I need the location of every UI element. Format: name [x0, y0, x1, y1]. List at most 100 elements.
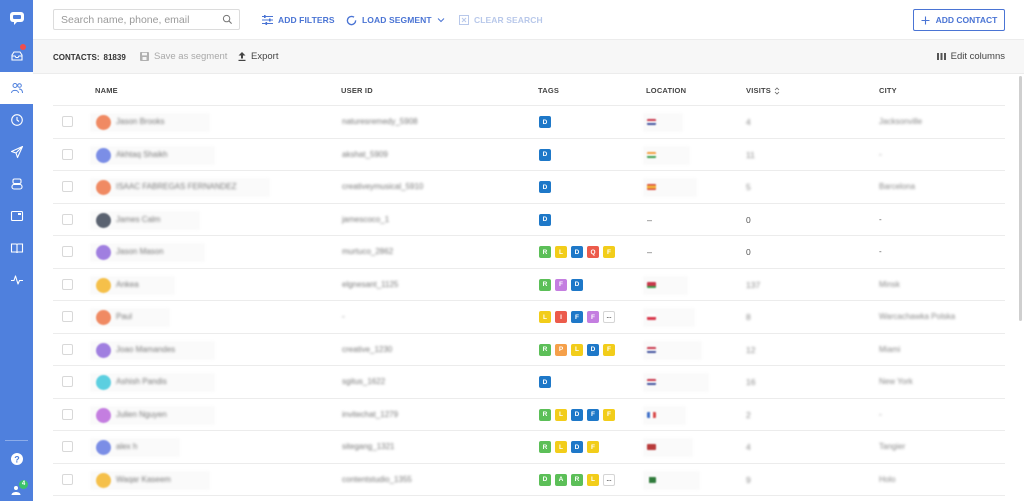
- row-checkbox[interactable]: [62, 441, 73, 452]
- search-box[interactable]: [53, 9, 240, 30]
- column-header-location[interactable]: LOCATION: [646, 86, 686, 95]
- contact-name[interactable]: Akhtaq Shaikh: [116, 150, 168, 159]
- table-row[interactable]: alex h sitegang_1321 R L D F 4 Tangier: [53, 431, 1005, 464]
- edit-columns-button[interactable]: Edit columns: [936, 51, 1005, 62]
- table-row[interactable]: Ashish Pandis sgitus_1622 D 16 New York: [53, 366, 1005, 399]
- table-row[interactable]: ISAAC FABREGAS FERNANDEZ creativeymusical…: [53, 171, 1005, 204]
- tag-badge[interactable]: F: [555, 278, 567, 291]
- table-row[interactable]: Paul - L I F F... 8 Warcachawka Polska: [53, 301, 1005, 334]
- table-row[interactable]: Jason Mason murtuco_2862 R L D Q F – 0 -: [53, 236, 1005, 269]
- sidebar-item-widget[interactable]: [0, 200, 33, 232]
- row-checkbox[interactable]: [62, 473, 73, 485]
- row-checkbox[interactable]: [62, 343, 73, 355]
- tag-badge[interactable]: F: [603, 343, 615, 356]
- clear-search-button[interactable]: CLEAR SEARCH: [459, 12, 543, 28]
- tag-badge[interactable]: L: [555, 246, 567, 258]
- contact-name[interactable]: James Calm: [116, 215, 160, 224]
- tag-badge[interactable]: F: [587, 311, 599, 323]
- contact-name[interactable]: Ankea: [116, 280, 139, 289]
- tag-badge[interactable]: D: [571, 441, 583, 453]
- save-segment-button[interactable]: Save as segment: [140, 51, 227, 62]
- row-checkbox[interactable]: [62, 148, 73, 160]
- tag-badge[interactable]: Q: [587, 246, 599, 258]
- tag-badge[interactable]: R: [539, 246, 551, 258]
- search-input[interactable]: [54, 10, 214, 30]
- tag-badge[interactable]: F: [587, 408, 599, 421]
- tag-badge[interactable]: D: [539, 473, 551, 486]
- contact-name[interactable]: Waqar Kaseem: [116, 475, 171, 484]
- table-row[interactable]: Waqar Kaseem contentstudio_1355 D A R L... 9 Ho…: [53, 464, 1005, 496]
- tag-badge[interactable]: F: [603, 408, 615, 421]
- scrollbar[interactable]: [1019, 76, 1022, 321]
- column-header-visits[interactable]: VISITS: [746, 86, 780, 95]
- tag-badge[interactable]: F: [571, 311, 583, 323]
- sidebar-item-campaigns[interactable]: [0, 136, 33, 168]
- row-checkbox[interactable]: [62, 376, 73, 387]
- tag-badge[interactable]: R: [539, 278, 551, 291]
- tag-badge[interactable]: D: [571, 246, 583, 258]
- sidebar-item-inbox[interactable]: [0, 40, 33, 72]
- tag-badge[interactable]: L: [555, 408, 567, 421]
- contact-name[interactable]: Joao Mamandes: [116, 345, 175, 354]
- table-row[interactable]: Jason Brooks naturesremedy_5908 D 4 Jacksonv…: [53, 106, 1005, 139]
- row-checkbox[interactable]: [62, 213, 73, 225]
- contact-name[interactable]: Jason Brooks: [116, 117, 164, 126]
- table-row[interactable]: Joao Mamandes creative_1230 R P L D F 12 Miami: [53, 334, 1005, 366]
- row-checkbox[interactable]: [62, 246, 73, 257]
- table-row[interactable]: Ankea elgnesant_1125 R F D 137 Minsk: [53, 269, 1005, 301]
- search-icon[interactable]: [222, 14, 233, 25]
- tag-badge[interactable]: P: [555, 343, 567, 356]
- column-header-user-id[interactable]: USER ID: [341, 86, 373, 95]
- add-contact-button[interactable]: ADD CONTACT: [913, 9, 1005, 31]
- more-tags-button[interactable]: ...: [603, 311, 615, 323]
- add-filters-button[interactable]: ADD FILTERS: [262, 12, 335, 28]
- sidebar-item-analytics[interactable]: [0, 264, 33, 296]
- table-row[interactable]: Akhtaq Shaikh akshat_5909 D 11 -: [53, 139, 1005, 171]
- contact-name[interactable]: Ashish Pandis: [116, 377, 167, 386]
- tag-badge[interactable]: D: [539, 376, 551, 388]
- tag-badge[interactable]: R: [539, 441, 551, 453]
- column-header-tags[interactable]: TAGS: [538, 86, 559, 95]
- tag-badge[interactable]: A: [555, 473, 567, 486]
- tag-badge[interactable]: D: [539, 148, 551, 161]
- tag-badge[interactable]: F: [587, 441, 599, 453]
- row-checkbox[interactable]: [62, 181, 73, 192]
- sort-icon[interactable]: [774, 86, 780, 95]
- tag-badge[interactable]: D: [587, 343, 599, 356]
- tag-badge[interactable]: R: [571, 473, 583, 486]
- tag-badge[interactable]: R: [539, 343, 551, 356]
- sidebar-item-help[interactable]: ?: [0, 443, 33, 475]
- contact-name[interactable]: Paul: [116, 312, 132, 321]
- column-header-city[interactable]: CITY: [879, 86, 897, 95]
- export-button[interactable]: Export: [238, 51, 278, 62]
- table-row[interactable]: Julien Nguyen invitechat_1279 R L D F F 2-: [53, 399, 1005, 431]
- tag-badge[interactable]: D: [571, 408, 583, 421]
- sidebar-item-bots[interactable]: [0, 168, 33, 200]
- tag-badge[interactable]: R: [539, 408, 551, 421]
- contact-name[interactable]: ISAAC FABREGAS FERNANDEZ: [116, 182, 236, 191]
- row-checkbox[interactable]: [62, 278, 73, 290]
- sidebar-item-knowledge-base[interactable]: [0, 232, 33, 264]
- tag-badge[interactable]: I: [555, 311, 567, 323]
- tag-badge[interactable]: L: [587, 473, 599, 486]
- sidebar-item-contacts[interactable]: [0, 72, 33, 104]
- sidebar-item-team[interactable]: 4: [0, 474, 33, 501]
- tag-badge[interactable]: L: [571, 343, 583, 356]
- app-logo[interactable]: [0, 2, 33, 34]
- tag-badge[interactable]: D: [571, 278, 583, 291]
- contact-name[interactable]: Jason Mason: [116, 247, 164, 256]
- tag-badge[interactable]: L: [539, 311, 551, 323]
- row-checkbox[interactable]: [62, 116, 73, 127]
- load-segment-button[interactable]: LOAD SEGMENT: [346, 12, 445, 28]
- tag-badge[interactable]: L: [555, 441, 567, 453]
- tag-badge[interactable]: D: [539, 181, 551, 193]
- contact-name[interactable]: Julien Nguyen: [116, 410, 167, 419]
- sidebar-item-history[interactable]: [0, 104, 33, 136]
- tag-badge[interactable]: D: [539, 116, 551, 128]
- row-checkbox[interactable]: [62, 311, 73, 322]
- tag-badge[interactable]: D: [539, 213, 551, 226]
- column-header-name[interactable]: NAME: [95, 86, 118, 95]
- table-row[interactable]: James Calm jamescoco_1 D – 0 -: [53, 204, 1005, 236]
- contact-name[interactable]: alex h: [116, 442, 137, 451]
- tag-badge[interactable]: F: [603, 246, 615, 258]
